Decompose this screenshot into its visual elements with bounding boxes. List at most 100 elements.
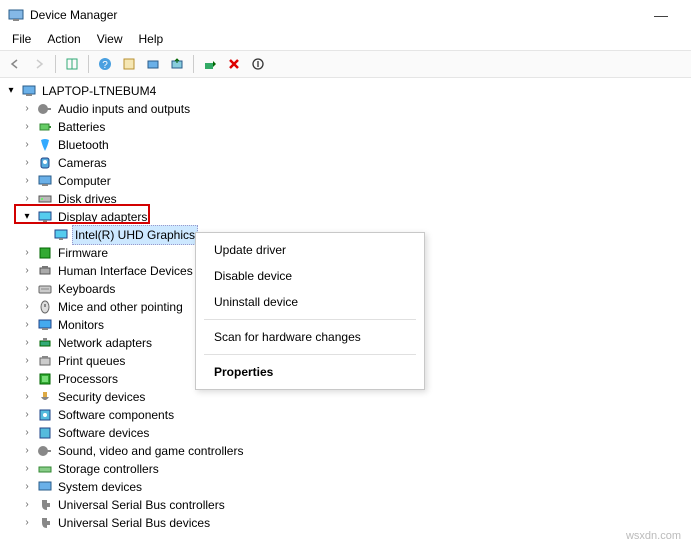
tree-item-label: Batteries — [56, 118, 107, 136]
device-category-icon — [37, 263, 53, 279]
ctx-update-driver[interactable]: Update driver — [196, 237, 424, 263]
tree-item-label: Mice and other pointing — [56, 298, 185, 316]
back-button[interactable] — [4, 53, 26, 75]
tree-item-label: Network adapters — [56, 334, 154, 352]
chevron-right-icon[interactable]: › — [20, 460, 34, 478]
computer-icon — [21, 83, 37, 99]
chevron-right-icon[interactable]: › — [20, 298, 34, 316]
chevron-right-icon[interactable]: › — [20, 262, 34, 280]
tree-item[interactable]: › Disk drives — [2, 190, 689, 208]
tree-item-label: Universal Serial Bus controllers — [56, 496, 227, 514]
chevron-right-icon[interactable]: › — [20, 100, 34, 118]
menu-action[interactable]: Action — [39, 30, 88, 50]
tree-item-child-label: Intel(R) UHD Graphics — [72, 225, 198, 245]
device-category-icon — [37, 353, 53, 369]
help-button[interactable]: ? — [94, 53, 116, 75]
chevron-right-icon[interactable]: › — [20, 334, 34, 352]
chevron-right-icon[interactable]: › — [20, 118, 34, 136]
chevron-right-icon[interactable]: › — [20, 496, 34, 514]
tree-item[interactable]: › Sound, video and game controllers — [2, 442, 689, 460]
tree-item[interactable]: ▾ Display adapters — [2, 208, 689, 226]
tree-item[interactable]: ›System devices — [2, 478, 689, 496]
ctx-disable-device[interactable]: Disable device — [196, 263, 424, 289]
forward-button[interactable] — [28, 53, 50, 75]
app-icon — [8, 7, 24, 23]
title-bar: Device Manager — — [0, 0, 691, 30]
tree-item-label: Software devices — [56, 424, 151, 442]
tree-item[interactable]: › Audio inputs and outputs — [2, 100, 689, 118]
tree-item[interactable]: ›Bluetooth — [2, 136, 689, 154]
tree-item[interactable]: › Software components — [2, 406, 689, 424]
chevron-right-icon[interactable]: › — [20, 154, 34, 172]
chevron-right-icon[interactable]: › — [20, 442, 34, 460]
tree-item-label: Audio inputs and outputs — [56, 100, 192, 118]
menu-file[interactable]: File — [4, 30, 39, 50]
tree-item-label: Software components — [56, 406, 176, 424]
device-category-icon — [37, 461, 53, 477]
tree-item[interactable]: ›Storage controllers — [2, 460, 689, 478]
device-category-icon — [37, 317, 53, 333]
tree-item[interactable]: › Cameras — [2, 154, 689, 172]
device-category-icon — [37, 443, 53, 459]
chevron-right-icon[interactable]: › — [20, 370, 34, 388]
tree-item-label: Disk drives — [56, 190, 119, 208]
tree-item[interactable]: › Software devices — [2, 424, 689, 442]
chevron-right-icon[interactable]: › — [20, 478, 34, 496]
menu-help[interactable]: Help — [131, 30, 172, 50]
chevron-right-icon[interactable]: › — [20, 280, 34, 298]
ctx-properties[interactable]: Properties — [196, 359, 424, 385]
chevron-right-icon[interactable]: › — [20, 172, 34, 190]
tree-item-label: Keyboards — [56, 280, 117, 298]
chevron-right-icon[interactable]: › — [20, 514, 34, 532]
chevron-right-icon[interactable]: › — [20, 244, 34, 262]
device-category-icon — [37, 173, 53, 189]
uninstall-button[interactable] — [223, 53, 245, 75]
chevron-right-icon[interactable]: › — [20, 406, 34, 424]
tree-item-label: Human Interface Devices — [56, 262, 195, 280]
enable-button[interactable] — [199, 53, 221, 75]
chevron-right-icon[interactable]: › — [20, 388, 34, 406]
toolbar-separator — [55, 55, 56, 73]
tree-item-label: Processors — [56, 370, 120, 388]
ctx-separator — [204, 354, 416, 355]
properties-button[interactable] — [118, 53, 140, 75]
watermark: wsxdn.com — [626, 530, 681, 542]
device-category-icon — [37, 515, 53, 531]
device-category-icon — [37, 425, 53, 441]
ctx-uninstall-device[interactable]: Uninstall device — [196, 289, 424, 315]
toolbar-separator — [88, 55, 89, 73]
device-category-icon — [37, 335, 53, 351]
chevron-right-icon[interactable]: › — [20, 136, 34, 154]
update-button[interactable] — [166, 53, 188, 75]
device-category-icon — [37, 245, 53, 261]
device-category-icon — [37, 479, 53, 495]
chevron-right-icon[interactable]: › — [20, 352, 34, 370]
tree-item[interactable]: › Batteries — [2, 118, 689, 136]
show-hide-tree-button[interactable] — [61, 53, 83, 75]
chevron-right-icon[interactable]: › — [20, 316, 34, 334]
minimize-button[interactable]: — — [639, 7, 683, 23]
chevron-down-icon[interactable]: ▾ — [20, 208, 34, 226]
scan-button[interactable] — [142, 53, 164, 75]
device-category-icon — [37, 209, 53, 225]
disable-button[interactable] — [247, 53, 269, 75]
chevron-right-icon[interactable]: › — [20, 190, 34, 208]
toolbar-separator — [193, 55, 194, 73]
chevron-down-icon[interactable]: ▾ — [4, 82, 18, 100]
tree-item[interactable]: ›Security devices — [2, 388, 689, 406]
ctx-scan-hardware[interactable]: Scan for hardware changes — [196, 324, 424, 350]
display-adapter-icon — [53, 227, 69, 243]
tree-item[interactable]: ›Universal Serial Bus devices — [2, 514, 689, 532]
window-title: Device Manager — [30, 8, 639, 22]
device-category-icon — [37, 371, 53, 387]
tree-item-label: Cameras — [56, 154, 109, 172]
menu-view[interactable]: View — [89, 30, 131, 50]
device-category-icon — [37, 389, 53, 405]
tree-item-label: Display adapters — [56, 208, 149, 226]
tree-item-label: Sound, video and game controllers — [56, 442, 245, 460]
tree-root[interactable]: ▾ LAPTOP-LTNEBUM4 — [2, 82, 689, 100]
tree-item[interactable]: › Universal Serial Bus controllers — [2, 496, 689, 514]
chevron-right-icon[interactable]: › — [20, 424, 34, 442]
tree-item[interactable]: ›Computer — [2, 172, 689, 190]
tree-root-label: LAPTOP-LTNEBUM4 — [40, 82, 158, 100]
